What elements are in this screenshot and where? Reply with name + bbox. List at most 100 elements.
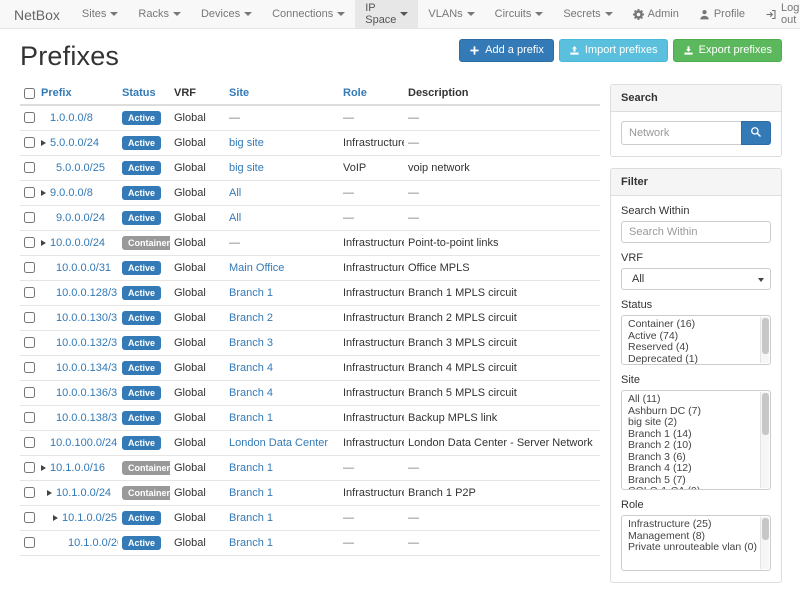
listbox-option[interactable]: Container (16) (622, 319, 758, 331)
site-link[interactable]: Branch 3 (229, 337, 273, 349)
site-link[interactable]: big site (229, 162, 264, 174)
listbox-option[interactable]: Ashburn DC (7) (622, 406, 758, 418)
site-link[interactable]: Branch 1 (229, 287, 273, 299)
prefix-link[interactable]: 10.0.0.128/31 (56, 287, 118, 299)
nav-item-connections[interactable]: Connections (262, 0, 355, 28)
brand[interactable]: NetBox (6, 0, 72, 28)
listbox-option[interactable]: Active (74) (622, 331, 758, 343)
listbox-option[interactable]: Branch 3 (6) (622, 452, 758, 464)
column-header-label[interactable]: Status (122, 87, 156, 99)
row-checkbox[interactable] (24, 387, 35, 398)
listbox-option[interactable]: Reserved (4) (622, 342, 758, 354)
row-checkbox[interactable] (24, 212, 35, 223)
site-link[interactable]: All (229, 212, 241, 224)
nav-item-secrets[interactable]: Secrets (553, 0, 622, 28)
row-checkbox[interactable] (24, 537, 35, 548)
prefix-cell: 10.0.0.134/31 (37, 356, 118, 381)
prefix-link[interactable]: 9.0.0.0/8 (50, 187, 93, 199)
filter-select-vrf[interactable]: All (621, 268, 771, 290)
export-prefixes-button[interactable]: Export prefixes (673, 39, 782, 62)
site-link[interactable]: Branch 1 (229, 512, 273, 524)
filter-input-search-within[interactable] (621, 221, 771, 243)
select-all-checkbox[interactable] (24, 88, 35, 99)
nav-item-ip-space[interactable]: IP Space (355, 0, 418, 28)
prefix-link[interactable]: 10.1.0.0/16 (50, 462, 105, 474)
nav-item-admin[interactable]: Admin (623, 0, 689, 28)
listbox-option[interactable]: Branch 5 (7) (622, 475, 758, 487)
site-link[interactable]: All (229, 187, 241, 199)
nav-item-racks[interactable]: Racks (128, 0, 191, 28)
import-prefixes-button[interactable]: Import prefixes (559, 39, 668, 62)
prefix-link[interactable]: 10.1.0.0/24 (56, 487, 111, 499)
listbox-option[interactable]: Deprecated (1) (622, 354, 758, 366)
prefix-link[interactable]: 10.1.0.0/25 (62, 512, 117, 524)
site-link[interactable]: Branch 1 (229, 487, 273, 499)
row-checkbox[interactable] (24, 137, 35, 148)
column-header-label[interactable]: Role (343, 87, 367, 99)
search-input[interactable] (621, 121, 741, 145)
scrollbar-track (760, 392, 769, 488)
row-checkbox[interactable] (24, 237, 35, 248)
site-link[interactable]: big site (229, 137, 264, 149)
scrollbar-thumb[interactable] (762, 393, 769, 435)
prefix-link[interactable]: 10.0.0.130/31 (56, 312, 118, 324)
nav-item-devices[interactable]: Devices (191, 0, 262, 28)
status-badge: Active (122, 436, 161, 450)
site-link[interactable]: Branch 1 (229, 537, 273, 549)
site-link[interactable]: Branch 1 (229, 462, 273, 474)
listbox-option[interactable]: Branch 1 (14) (622, 429, 758, 441)
prefix-link[interactable]: 10.0.0.0/31 (56, 262, 111, 274)
row-checkbox[interactable] (24, 412, 35, 423)
prefix-link[interactable]: 10.0.100.0/24 (50, 437, 117, 449)
listbox-option[interactable]: Private unrouteable vlan (0) (622, 542, 758, 554)
listbox-option[interactable]: Management (8) (622, 531, 758, 543)
nav-item-circuits[interactable]: Circuits (485, 0, 554, 28)
row-checkbox[interactable] (24, 262, 35, 273)
nav-item-vlans[interactable]: VLANs (418, 0, 484, 28)
prefix-link[interactable]: 5.0.0.0/25 (56, 162, 105, 174)
row-checkbox[interactable] (24, 112, 35, 123)
site-link[interactable]: Main Office (229, 262, 284, 274)
search-button[interactable] (741, 121, 771, 145)
site-link[interactable]: London Data Center (229, 437, 328, 449)
row-checkbox[interactable] (24, 187, 35, 198)
row-checkbox[interactable] (24, 312, 35, 323)
column-header-label[interactable]: Site (229, 87, 249, 99)
prefix-link[interactable]: 10.0.0.0/24 (50, 237, 105, 249)
listbox-option[interactable]: Branch 2 (10) (622, 440, 758, 452)
prefix-link[interactable]: 10.0.0.132/31 (56, 337, 118, 349)
row-checkbox[interactable] (24, 487, 35, 498)
prefix-link[interactable]: 10.0.0.136/31 (56, 387, 118, 399)
site-link[interactable]: Branch 2 (229, 312, 273, 324)
site-link[interactable]: Branch 1 (229, 412, 273, 424)
add-a-prefix-button[interactable]: Add a prefix (459, 39, 554, 62)
row-checkbox[interactable] (24, 287, 35, 298)
site-link[interactable]: Branch 4 (229, 387, 273, 399)
prefix-link[interactable]: 1.0.0.0/8 (50, 112, 93, 124)
site-link[interactable]: Branch 4 (229, 362, 273, 374)
listbox-option[interactable]: big site (2) (622, 417, 758, 429)
listbox-option[interactable]: COLO-1-CA (9) (622, 486, 758, 490)
column-header-label[interactable]: Prefix (41, 87, 72, 99)
scrollbar-thumb[interactable] (762, 318, 769, 354)
listbox-option[interactable]: Infrastructure (25) (622, 519, 758, 531)
row-checkbox[interactable] (24, 362, 35, 373)
description-cell: Branch 5 MPLS circuit (404, 381, 600, 406)
row-checkbox[interactable] (24, 337, 35, 348)
nav-item-sites[interactable]: Sites (72, 0, 128, 28)
listbox-option[interactable]: All (11) (622, 394, 758, 406)
row-checkbox[interactable] (24, 462, 35, 473)
row-checkbox[interactable] (24, 162, 35, 173)
prefix-link[interactable]: 10.0.0.134/31 (56, 362, 118, 374)
scrollbar-thumb[interactable] (762, 518, 769, 540)
row-checkbox[interactable] (24, 437, 35, 448)
nav-item-profile[interactable]: Profile (689, 0, 755, 28)
prefix-link[interactable]: 10.1.0.0/26 (68, 537, 118, 549)
listbox-option[interactable]: Branch 4 (12) (622, 463, 758, 475)
prefix-link[interactable]: 9.0.0.0/24 (56, 212, 105, 224)
row-checkbox[interactable] (24, 512, 35, 523)
prefix-link[interactable]: 5.0.0.0/24 (50, 137, 99, 149)
nav-item-log-out[interactable]: Log out (755, 0, 800, 28)
column-header-site: Site (225, 82, 339, 105)
prefix-link[interactable]: 10.0.0.138/31 (56, 412, 118, 424)
